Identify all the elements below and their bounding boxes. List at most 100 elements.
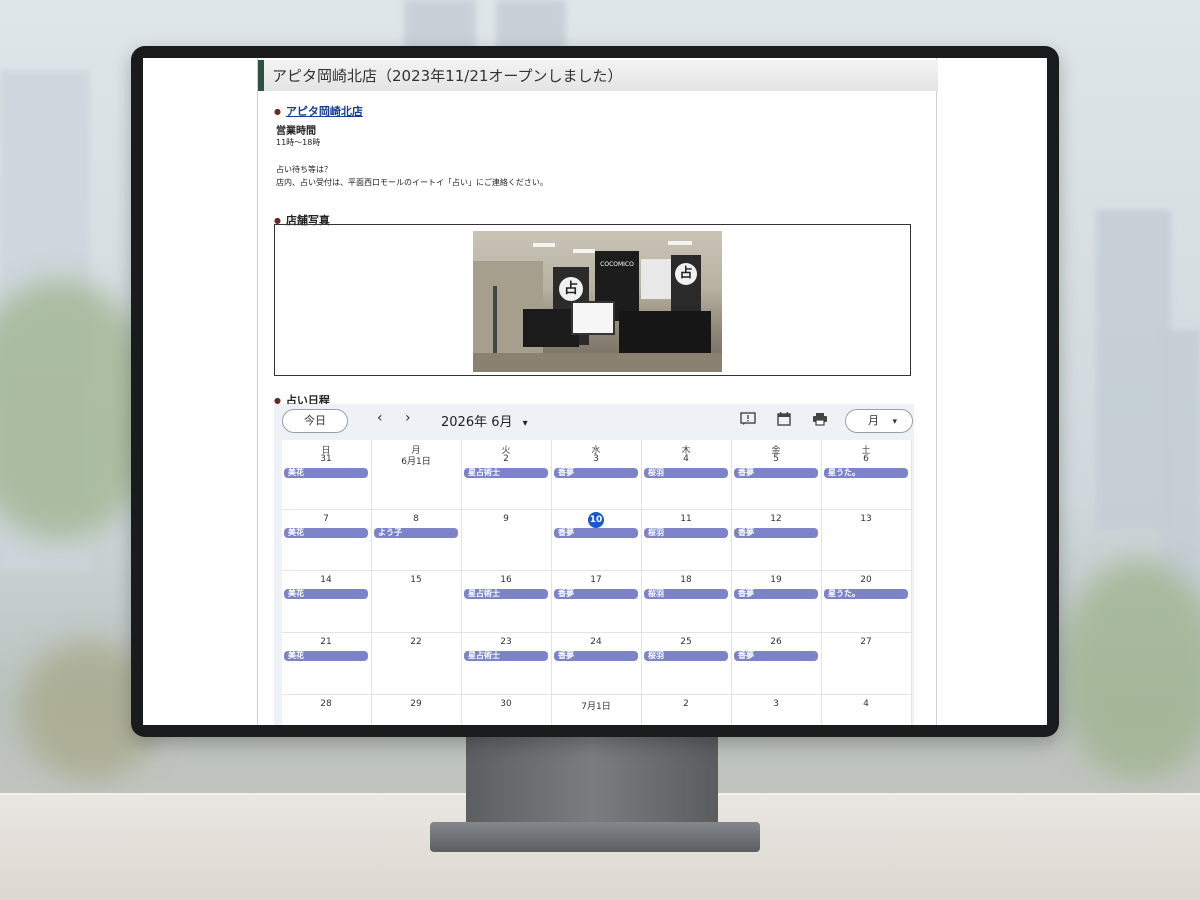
calendar-event[interactable]: よう子: [374, 528, 458, 538]
calendar-event[interactable]: 桜羽: [644, 468, 728, 478]
calendar-day-cell[interactable]: 17 香夢: [552, 571, 642, 633]
day-number: 29: [410, 699, 422, 709]
calendar-day-cell[interactable]: 3: [732, 695, 822, 725]
calendar-day-cell[interactable]: 水 3 香夢: [552, 440, 642, 510]
day-number: 2: [503, 454, 509, 464]
day-number: 7月1日: [581, 702, 611, 712]
day-number: 27: [860, 637, 872, 647]
calendar-day-cell[interactable]: 火 2 星占術士: [462, 440, 552, 510]
calendar-event[interactable]: 星うた。: [824, 468, 908, 478]
calendar-day-cell[interactable]: 15: [372, 571, 462, 633]
calendar-event[interactable]: 美花: [284, 468, 368, 478]
calendar-event[interactable]: 香夢: [554, 468, 638, 478]
view-label: 月: [868, 414, 879, 427]
day-number: 30: [500, 699, 512, 709]
calendar-day-cell[interactable]: 16 星占術士: [462, 571, 552, 633]
month-label: 2026年 6月: [441, 415, 513, 430]
calendar-event[interactable]: 香夢: [734, 589, 818, 599]
calendar-event[interactable]: 星占術士: [464, 651, 548, 661]
calendar-event[interactable]: 美花: [284, 589, 368, 599]
calendar-day-cell[interactable]: 27: [822, 633, 912, 695]
calendar-day-cell[interactable]: 日 31 美花: [282, 440, 372, 510]
prev-month-button[interactable]: ‹: [377, 410, 383, 426]
day-number: 15: [410, 575, 422, 585]
calendar-day-cell[interactable]: 21 美花: [282, 633, 372, 695]
store-photo-frame: 占 COCOMICO 占: [274, 224, 911, 376]
view-selector[interactable]: 月 ▾: [845, 409, 913, 433]
calendar-day-cell[interactable]: 金 5 香夢: [732, 440, 822, 510]
store-link[interactable]: アピタ岡崎北店: [286, 105, 363, 118]
calendar-event[interactable]: 桜羽: [644, 528, 728, 538]
calendar-event[interactable]: 美花: [284, 528, 368, 538]
calendar-day-cell[interactable]: 7月1日: [552, 695, 642, 725]
calendar-day-cell[interactable]: 7 美花: [282, 510, 372, 571]
store-photo: 占 COCOMICO 占: [473, 231, 722, 372]
chevron-down-icon: ▾: [522, 418, 528, 429]
day-number: 6: [863, 454, 869, 464]
day-number: 12: [770, 514, 782, 524]
calendar-day-cell[interactable]: 11 桜羽: [642, 510, 732, 571]
calendar-event[interactable]: 星占術士: [464, 589, 548, 599]
day-number: 17: [590, 575, 602, 585]
calendar-day-cell[interactable]: 月 6月1日: [372, 440, 462, 510]
day-number: 3: [593, 454, 599, 464]
calendar-event[interactable]: 香夢: [734, 468, 818, 478]
calendar-day-cell[interactable]: 19 香夢: [732, 571, 822, 633]
calendar-day-cell[interactable]: 4: [822, 695, 912, 725]
calendar-day-cell[interactable]: 土 6 星うた。: [822, 440, 912, 510]
calendar-event[interactable]: 香夢: [734, 651, 818, 661]
calendar-event[interactable]: 桜羽: [644, 651, 728, 661]
calendar-day-cell[interactable]: 12 香夢: [732, 510, 822, 571]
day-number: 11: [680, 514, 692, 524]
note-line-1: 占い待ち等は？: [276, 165, 332, 174]
calendar-icon[interactable]: [775, 412, 793, 428]
calendar-event[interactable]: 星占術士: [464, 468, 548, 478]
hours-value: 11時〜18時: [276, 138, 321, 147]
month-title[interactable]: 2026年 6月 ▾: [441, 411, 528, 430]
calendar-day-cell[interactable]: 24 香夢: [552, 633, 642, 695]
calendar-day-cell[interactable]: 20 星うた。: [822, 571, 912, 633]
calendar-day-cell[interactable]: 2: [642, 695, 732, 725]
note-line-2: 店内、占い受付は、平面西口モールのイートイ「占い」にご連絡ください。: [276, 178, 548, 187]
day-number: 22: [410, 637, 422, 647]
day-number: 7: [323, 514, 329, 524]
calendar-day-cell[interactable]: 28: [282, 695, 372, 725]
web-page: アピタ岡崎北店（2023年11/21オープンしました） アピタ岡崎北店 営業時間…: [257, 58, 938, 725]
calendar-event[interactable]: 香夢: [734, 528, 818, 538]
calendar-day-cell[interactable]: 13: [822, 510, 912, 571]
feedback-icon[interactable]: [739, 412, 757, 428]
monitor: アピタ岡崎北店（2023年11/21オープンしました） アピタ岡崎北店 営業時間…: [131, 46, 1059, 737]
calendar-event[interactable]: 香夢: [554, 589, 638, 599]
next-month-button[interactable]: ›: [405, 410, 411, 426]
day-number: 25: [680, 637, 692, 647]
calendar-day-cell[interactable]: 14 美花: [282, 571, 372, 633]
calendar-day-cell[interactable]: 9: [462, 510, 552, 571]
calendar-event[interactable]: 星うた。: [824, 589, 908, 599]
calendar-day-cell[interactable]: 29: [372, 695, 462, 725]
calendar-day-cell[interactable]: 18 桜羽: [642, 571, 732, 633]
calendar-day-cell[interactable]: 木 4 桜羽: [642, 440, 732, 510]
print-icon[interactable]: [811, 412, 829, 428]
day-number: 26: [770, 637, 782, 647]
day-number: 2: [683, 699, 689, 709]
day-number: 9: [503, 514, 509, 524]
banner-glyph-2: 占: [675, 263, 697, 285]
today-button[interactable]: 今日: [282, 409, 348, 433]
calendar-event[interactable]: 桜羽: [644, 589, 728, 599]
calendar-day-cell[interactable]: 10 香夢: [552, 510, 642, 571]
calendar-day-cell[interactable]: 30: [462, 695, 552, 725]
calendar-day-cell[interactable]: 8 よう子: [372, 510, 462, 571]
calendar-day-cell[interactable]: 23 星占術士: [462, 633, 552, 695]
calendar-event[interactable]: 美花: [284, 651, 368, 661]
hours-heading: 営業時間: [276, 126, 316, 137]
calendar-event[interactable]: 香夢: [554, 528, 638, 538]
calendar-day-cell[interactable]: 26 香夢: [732, 633, 822, 695]
chevron-down-icon: ▾: [892, 417, 898, 427]
calendar-event[interactable]: 香夢: [554, 651, 638, 661]
calendar-day-cell[interactable]: 22: [372, 633, 462, 695]
banner-text: COCOMICO: [600, 261, 634, 268]
day-number: 13: [860, 514, 872, 524]
calendar-widget: 今日 ‹ › 2026年 6月 ▾ 月 ▾ 日 31 美花 月 6月1日 火 2…: [274, 404, 914, 725]
monitor-stand-base: [430, 822, 760, 852]
calendar-day-cell[interactable]: 25 桜羽: [642, 633, 732, 695]
